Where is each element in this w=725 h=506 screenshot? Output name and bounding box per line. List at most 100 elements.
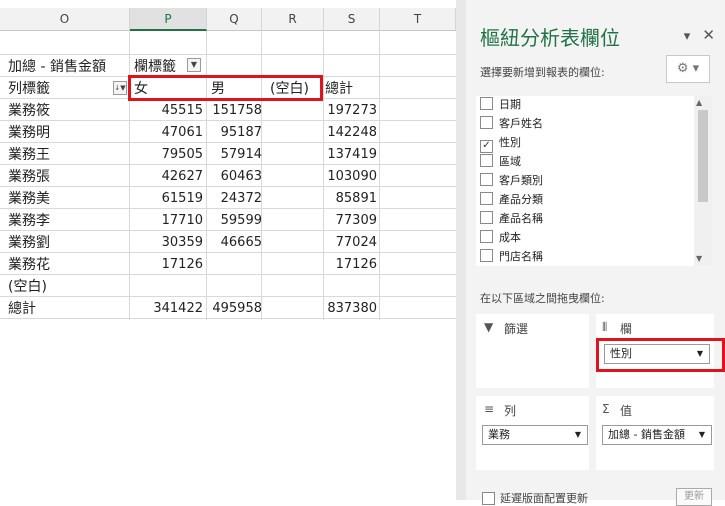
col-header-total: 總計 — [325, 81, 353, 97]
task-pane-options-icon[interactable]: ▾ — [684, 29, 691, 44]
checkbox[interactable] — [480, 249, 493, 262]
row-label: 業務筱 — [8, 103, 50, 119]
field-name: 客戶姓名 — [499, 117, 543, 130]
row-label: 業務明 — [8, 125, 50, 141]
values-zone-label: 值 — [620, 404, 633, 418]
values-field-label: 加總 - 銷售金額 — [608, 428, 685, 441]
field-item[interactable]: 客戶類別 — [480, 172, 543, 190]
grand-total-male: 495958 — [212, 301, 262, 316]
cell-female: 79505 — [161, 147, 203, 162]
column-header-t[interactable]: T — [380, 8, 456, 31]
cell-total: 17126 — [335, 257, 377, 272]
cell-total: 137419 — [327, 147, 377, 162]
cell-male: 60463 — [220, 169, 262, 184]
filter-zone-label: 篩選 — [504, 322, 529, 336]
scrollbar-thumb[interactable] — [698, 110, 708, 202]
field-name: 客戶類別 — [499, 174, 543, 187]
rows-field-label: 業務 — [488, 428, 510, 441]
field-name: 產品名稱 — [499, 212, 543, 225]
checkbox[interactable] — [480, 230, 493, 243]
rows-field-pill[interactable]: 業務 ▼ — [482, 425, 588, 445]
checkbox[interactable] — [480, 154, 493, 167]
row-filter-button[interactable]: ↓▼ — [113, 81, 127, 95]
grand-total-label: 總計 — [8, 301, 36, 317]
values-field-label: 加總 - 銷售金額 — [8, 59, 106, 75]
values-field-pill[interactable]: 加總 - 銷售金額 ▼ — [602, 425, 712, 445]
chevron-down-icon: ▼ — [698, 430, 705, 439]
checkbox[interactable] — [480, 211, 493, 224]
scroll-down-icon[interactable]: ▼ — [696, 254, 702, 263]
cell-total: 103090 — [327, 169, 377, 184]
columns-icon: ⦀ — [602, 320, 608, 334]
cell-total: 197273 — [327, 103, 377, 118]
rows-zone-label: 列 — [504, 404, 517, 418]
cell-female: 61519 — [161, 191, 203, 206]
row-label: 業務張 — [8, 169, 50, 185]
cell-female: 45515 — [161, 103, 203, 118]
cell-female: 42627 — [161, 169, 203, 184]
field-choose-hint: 選擇要新增到報表的欄位: — [480, 66, 605, 79]
sigma-icon: Σ — [602, 402, 610, 416]
grand-total-value: 837380 — [327, 301, 377, 316]
defer-update-label: 延遲版面配置更新 — [500, 492, 588, 505]
pivot-field-panel: 樞紐分析表欄位 ▾ ✕ 選擇要新增到報表的欄位: ⚙ ▾ 日期 客戶姓名 ✓ 性別… — [466, 0, 725, 506]
checkbox[interactable] — [480, 192, 493, 205]
defer-update-checkbox[interactable] — [482, 492, 495, 505]
column-header-s[interactable]: S — [324, 8, 380, 31]
row-label: 業務王 — [8, 147, 50, 163]
row-label: 業務劉 — [8, 235, 50, 251]
cell-male: 59599 — [220, 213, 262, 228]
cell-male: 57914 — [220, 147, 262, 162]
cell-female: 17710 — [161, 213, 203, 228]
drag-area-hint: 在以下區域之間拖曳欄位: — [480, 292, 605, 305]
field-item[interactable]: 客戶姓名 — [480, 115, 543, 133]
field-name: 日期 — [499, 98, 521, 111]
column-header-r[interactable]: R — [262, 8, 324, 31]
field-item[interactable]: 日期 — [480, 96, 521, 114]
field-item[interactable]: 產品分類 — [480, 191, 543, 209]
column-header-p[interactable]: P — [130, 8, 207, 31]
cell-male: 46665 — [220, 235, 262, 250]
cell-female: 17126 — [161, 257, 203, 272]
highlight-column-headers — [128, 75, 323, 101]
gear-icon: ⚙ ▾ — [676, 61, 700, 76]
close-icon[interactable]: ✕ — [702, 26, 715, 44]
update-button[interactable]: 更新 — [676, 488, 712, 506]
checkbox[interactable] — [480, 116, 493, 129]
filter-icon: ▼ — [484, 320, 494, 334]
rows-icon: ≡ — [484, 402, 495, 416]
cell-female: 47061 — [161, 125, 203, 140]
cell-total: 142248 — [327, 125, 377, 140]
column-header-o[interactable]: O — [0, 8, 130, 31]
row-label: 業務美 — [8, 191, 50, 207]
field-item[interactable]: ✓ 性別 — [480, 134, 521, 153]
checkbox[interactable] — [480, 173, 493, 186]
ribbon-edge — [0, 0, 456, 8]
field-name: 性別 — [499, 136, 521, 149]
cell-male: 95187 — [220, 125, 262, 140]
field-item[interactable]: 門店名稱 — [480, 248, 543, 266]
checkbox-checked[interactable]: ✓ — [480, 140, 493, 153]
cell-male: 151758 — [212, 103, 262, 118]
panel-splitter[interactable] — [456, 0, 466, 500]
column-filter-button[interactable]: ▼ — [187, 58, 201, 72]
field-name: 產品分類 — [499, 193, 543, 206]
checkbox[interactable] — [480, 97, 493, 110]
cell-total: 77309 — [335, 213, 377, 228]
field-item[interactable]: 產品名稱 — [480, 210, 543, 228]
field-item[interactable]: 成本 — [480, 229, 521, 247]
cell-total: 85891 — [335, 191, 377, 206]
spreadsheet-grid[interactable]: O P Q R S T 加總 - 銷售金額 欄標籤 ▼ 列標籤 ↓▼ 女 男 (… — [0, 0, 456, 500]
scroll-up-icon[interactable]: ▲ — [696, 98, 702, 107]
field-name: 成本 — [499, 231, 521, 244]
field-name: 區域 — [499, 155, 521, 168]
cell-male — [207, 255, 262, 275]
field-list[interactable]: 日期 客戶姓名 ✓ 性別 區域 客戶類別 產品分類 產品名稱 成本 門店名稱 — [476, 96, 712, 266]
columns-zone-label: 欄 — [620, 322, 633, 336]
field-item[interactable]: 區域 — [480, 153, 521, 171]
chevron-down-icon: ▼ — [574, 430, 581, 439]
row-label: 業務李 — [8, 213, 50, 229]
tools-button[interactable]: ⚙ ▾ — [666, 55, 710, 83]
column-header-q[interactable]: Q — [207, 8, 262, 31]
panel-title: 樞紐分析表欄位 — [480, 26, 620, 50]
